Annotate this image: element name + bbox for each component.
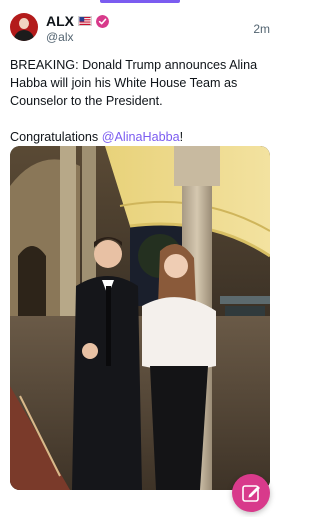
- display-name[interactable]: ALX: [46, 13, 74, 29]
- congrats-suffix: !: [179, 130, 184, 144]
- name-row: ALX: [46, 12, 109, 30]
- post-text: BREAKING: Donald Trump announces Alina H…: [10, 56, 272, 146]
- handle[interactable]: @alx: [46, 30, 74, 44]
- avatar[interactable]: [10, 13, 38, 41]
- post-photo[interactable]: [10, 146, 270, 490]
- timestamp: 2m: [253, 22, 270, 36]
- post-photo-illustration: [10, 146, 270, 490]
- compose-pencil-icon: [242, 485, 260, 502]
- us-flag-icon: [78, 16, 92, 26]
- avatar-head: [19, 18, 29, 29]
- post-text-main: BREAKING: Donald Trump announces Alina H…: [10, 58, 258, 108]
- compose-button[interactable]: [232, 474, 270, 512]
- verified-badge-icon: [96, 14, 109, 28]
- mention-link[interactable]: @AlinaHabba: [102, 130, 180, 144]
- congrats-prefix: Congratulations: [10, 130, 102, 144]
- top-accent-bar: [100, 0, 180, 3]
- avatar-body: [14, 30, 34, 41]
- top-bar: [0, 0, 280, 4]
- post-header: ALX @alx 2m: [10, 12, 272, 46]
